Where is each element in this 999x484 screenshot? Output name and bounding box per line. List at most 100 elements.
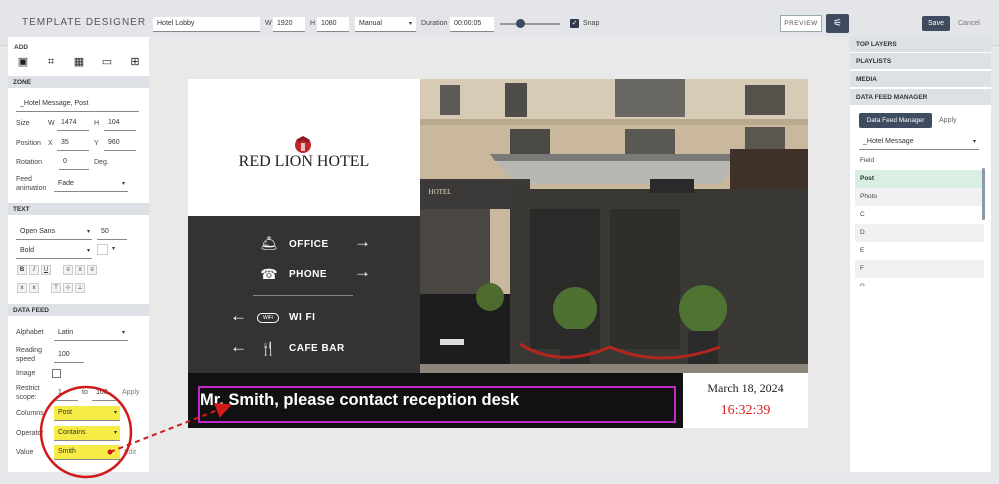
subscript-icon[interactable]: x [17,283,27,293]
alphabet-label: Alphabet [16,329,44,336]
hotel-facade-photo[interactable] [420,79,808,373]
mode-select-value: Manual [359,20,382,27]
columns-value: Post [58,409,73,416]
field-list[interactable]: Field Post Photo C D E F G [855,152,984,286]
add-frame-zone-icon[interactable]: ⌗ [44,55,58,69]
logo-zone[interactable]: RED LION HOTEL [188,79,420,216]
reading-speed-label-2: speed [16,356,36,363]
align-bottom-icon[interactable]: ⊥ [75,283,85,293]
app-title: TEMPLATE DESIGNER [22,17,147,28]
align-left-icon[interactable]: ≡ [63,265,73,275]
alphabet-select[interactable]: Latin ▾ [54,326,128,341]
list-item[interactable]: F [855,260,984,278]
settings-sliders-icon[interactable]: ⚟ [826,14,849,33]
duration-input[interactable]: 00:00:05 [450,17,494,32]
template-preview[interactable]: RED LION HOTEL 🛎 OFFICE → ☎ PHONE → ← Wi… [188,79,808,428]
size-h-input[interactable]: 104 [104,116,136,131]
restrict-to-input[interactable]: 100 [92,386,116,401]
font-family-value: Open Sans [20,228,56,235]
chevron-down-icon: ▾ [86,248,90,254]
arrow-right-icon: → [354,262,371,281]
chevron-down-icon: ▾ [113,430,117,436]
duration-slider-handle[interactable] [516,19,525,28]
datafeed-section-header[interactable]: DATA FEED [8,304,149,316]
text-section-header[interactable]: TEXT [8,203,149,215]
image-checkbox[interactable] [52,369,61,378]
menu-item-phone: PHONE [289,269,328,280]
height-input[interactable]: 1080 [317,17,349,32]
add-label: ADD [14,44,29,51]
add-table-zone-icon[interactable]: ⊞ [128,55,142,69]
wifi-icon: WiFi [257,313,279,323]
superscript-icon[interactable]: x [29,283,39,293]
list-item[interactable]: Field [855,152,984,170]
underline-button[interactable]: U [41,265,51,275]
list-item[interactable]: Photo [855,188,984,206]
chevron-down-icon[interactable]: ▾ [112,245,115,252]
reading-speed-label-1: Reading [16,347,43,354]
chevron-down-icon: ▾ [121,181,125,187]
value-label: Value [16,449,34,456]
snap-label: Snap [583,20,600,27]
list-item[interactable]: E [855,242,984,260]
feed-select[interactable]: _Hotel Message ▾ [859,135,979,150]
restrict-to-label: to [82,389,88,396]
italic-button[interactable]: I [29,265,39,275]
size-w-input[interactable]: 1474 [57,116,89,131]
field-list-scrollbar[interactable] [982,168,985,220]
mode-select[interactable]: Manual ▾ [355,17,416,32]
list-item-selected[interactable]: Post [855,170,984,188]
position-y-input[interactable]: 960 [104,136,136,151]
bold-button[interactable]: B [17,265,27,275]
arrow-left-icon: ← [230,306,247,325]
text-color-swatch[interactable] [97,244,108,255]
add-text-zone-icon[interactable]: ▣ [16,55,30,69]
clock-zone[interactable]: March 18, 2024 16:32:39 [683,373,808,428]
value-edit-button[interactable]: Edit [124,449,136,456]
font-family-select[interactable]: Open Sans ▾ [16,225,92,240]
columns-label: Columns [16,410,44,417]
rotation-input[interactable]: 0 [59,155,89,170]
save-button[interactable]: Save [922,16,950,31]
position-label: Position [16,140,41,147]
menu-item-wifi: WI FI [289,312,316,323]
operator-select[interactable]: Contains ▾ [54,426,120,441]
data-feed-manager-button[interactable]: Data Feed Manager [859,113,932,128]
position-x-input[interactable]: 35 [57,136,89,151]
zone-section-header[interactable]: ZONE [8,76,149,88]
media-header[interactable]: MEDIA [850,71,991,87]
font-size-input[interactable]: 50 [97,225,127,240]
duration-slider-track[interactable] [500,23,560,25]
columns-select[interactable]: Post ▾ [54,406,120,421]
add-ticker-zone-icon[interactable]: ▭ [100,55,114,69]
restrict-apply-button[interactable]: Apply [122,389,140,396]
restrict-from-input[interactable]: 1 [54,386,78,401]
operator-label: Operator [16,430,44,437]
value-input[interactable]: Smith [54,445,120,460]
font-weight-select[interactable]: Bold ▾ [16,244,92,259]
top-layers-header[interactable]: TOP LAYERS [850,36,991,52]
list-item[interactable]: G [855,278,984,286]
align-right-icon[interactable]: ≡ [87,265,97,275]
add-calendar-zone-icon[interactable]: ▦ [72,55,86,69]
playlists-header[interactable]: PLAYLISTS [850,53,991,69]
width-input[interactable]: 1920 [273,17,305,32]
align-top-icon[interactable]: ⊤ [51,283,61,293]
snap-checkbox[interactable]: ✓ [570,19,579,28]
message-zone[interactable]: Mr. Smith, please contact reception desk [188,373,683,428]
dfm-apply-button[interactable]: Apply [939,117,957,124]
zone-name-input[interactable]: _Hotel Message, Post [16,97,139,112]
list-item[interactable]: C [855,206,984,224]
cancel-button[interactable]: Cancel [958,20,980,27]
preview-button[interactable]: PREVIEW [780,15,822,32]
data-feed-manager-header[interactable]: DATA FEED MANAGER [850,89,991,105]
list-item[interactable]: D [855,224,984,242]
template-name-input[interactable]: Hotel Lobby [153,17,260,32]
align-middle-icon[interactable]: ⊹ [63,283,73,293]
arrow-right-icon: → [354,232,371,251]
align-center-icon[interactable]: ≡ [75,265,85,275]
reading-speed-input[interactable]: 100 [54,348,84,363]
chevron-down-icon: ▾ [113,410,117,416]
hotel-sign-text: HOTEL [428,188,452,196]
feed-animation-select[interactable]: Fade ▾ [54,177,128,192]
